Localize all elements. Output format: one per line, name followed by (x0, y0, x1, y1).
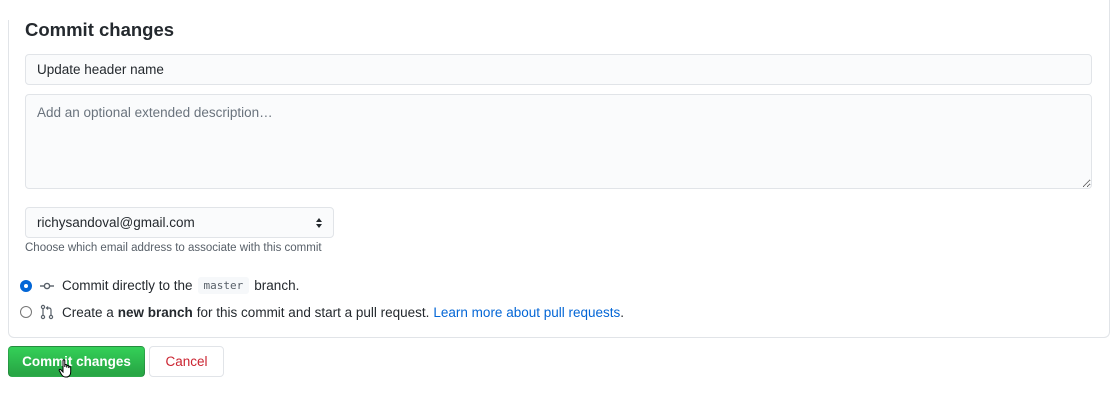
git-commit-icon (39, 278, 55, 294)
commit-form-title: Commit changes (25, 19, 175, 40)
email-help-text: Choose which email address to associate … (25, 242, 322, 254)
learn-more-pull-requests-link[interactable]: Learn more about pull requests (433, 305, 620, 320)
commit-direct-option[interactable]: Commit directly to the master branch. (20, 277, 299, 294)
new-branch-radio[interactable] (20, 306, 32, 318)
new-branch-label-bold: new branch (117, 304, 193, 320)
new-branch-label-suffix: for this commit and start a pull request… (196, 304, 430, 320)
cancel-button[interactable]: Cancel (149, 346, 224, 377)
email-select-value: richysandoval@gmail.com (37, 215, 195, 230)
commit-email-select[interactable]: richysandoval@gmail.com (25, 207, 334, 238)
commit-summary-input[interactable] (25, 54, 1092, 85)
new-branch-option[interactable]: Create a new branch for this commit and … (20, 304, 624, 320)
new-branch-label-end: . (620, 304, 625, 320)
select-arrows-icon (316, 217, 322, 228)
branch-name-badge: master (197, 277, 250, 294)
new-branch-label-prefix: Create a (62, 304, 114, 320)
commit-direct-label-prefix: Commit directly to the (62, 278, 193, 293)
git-pull-request-icon (39, 304, 55, 320)
commit-description-textarea[interactable] (25, 94, 1092, 189)
commit-direct-label-suffix: branch. (254, 278, 300, 293)
commit-changes-button[interactable]: Commit changes (8, 346, 145, 377)
commit-direct-radio[interactable] (20, 279, 32, 292)
commit-page: Commit changes richysandoval@gmail.com C… (0, 0, 1116, 418)
